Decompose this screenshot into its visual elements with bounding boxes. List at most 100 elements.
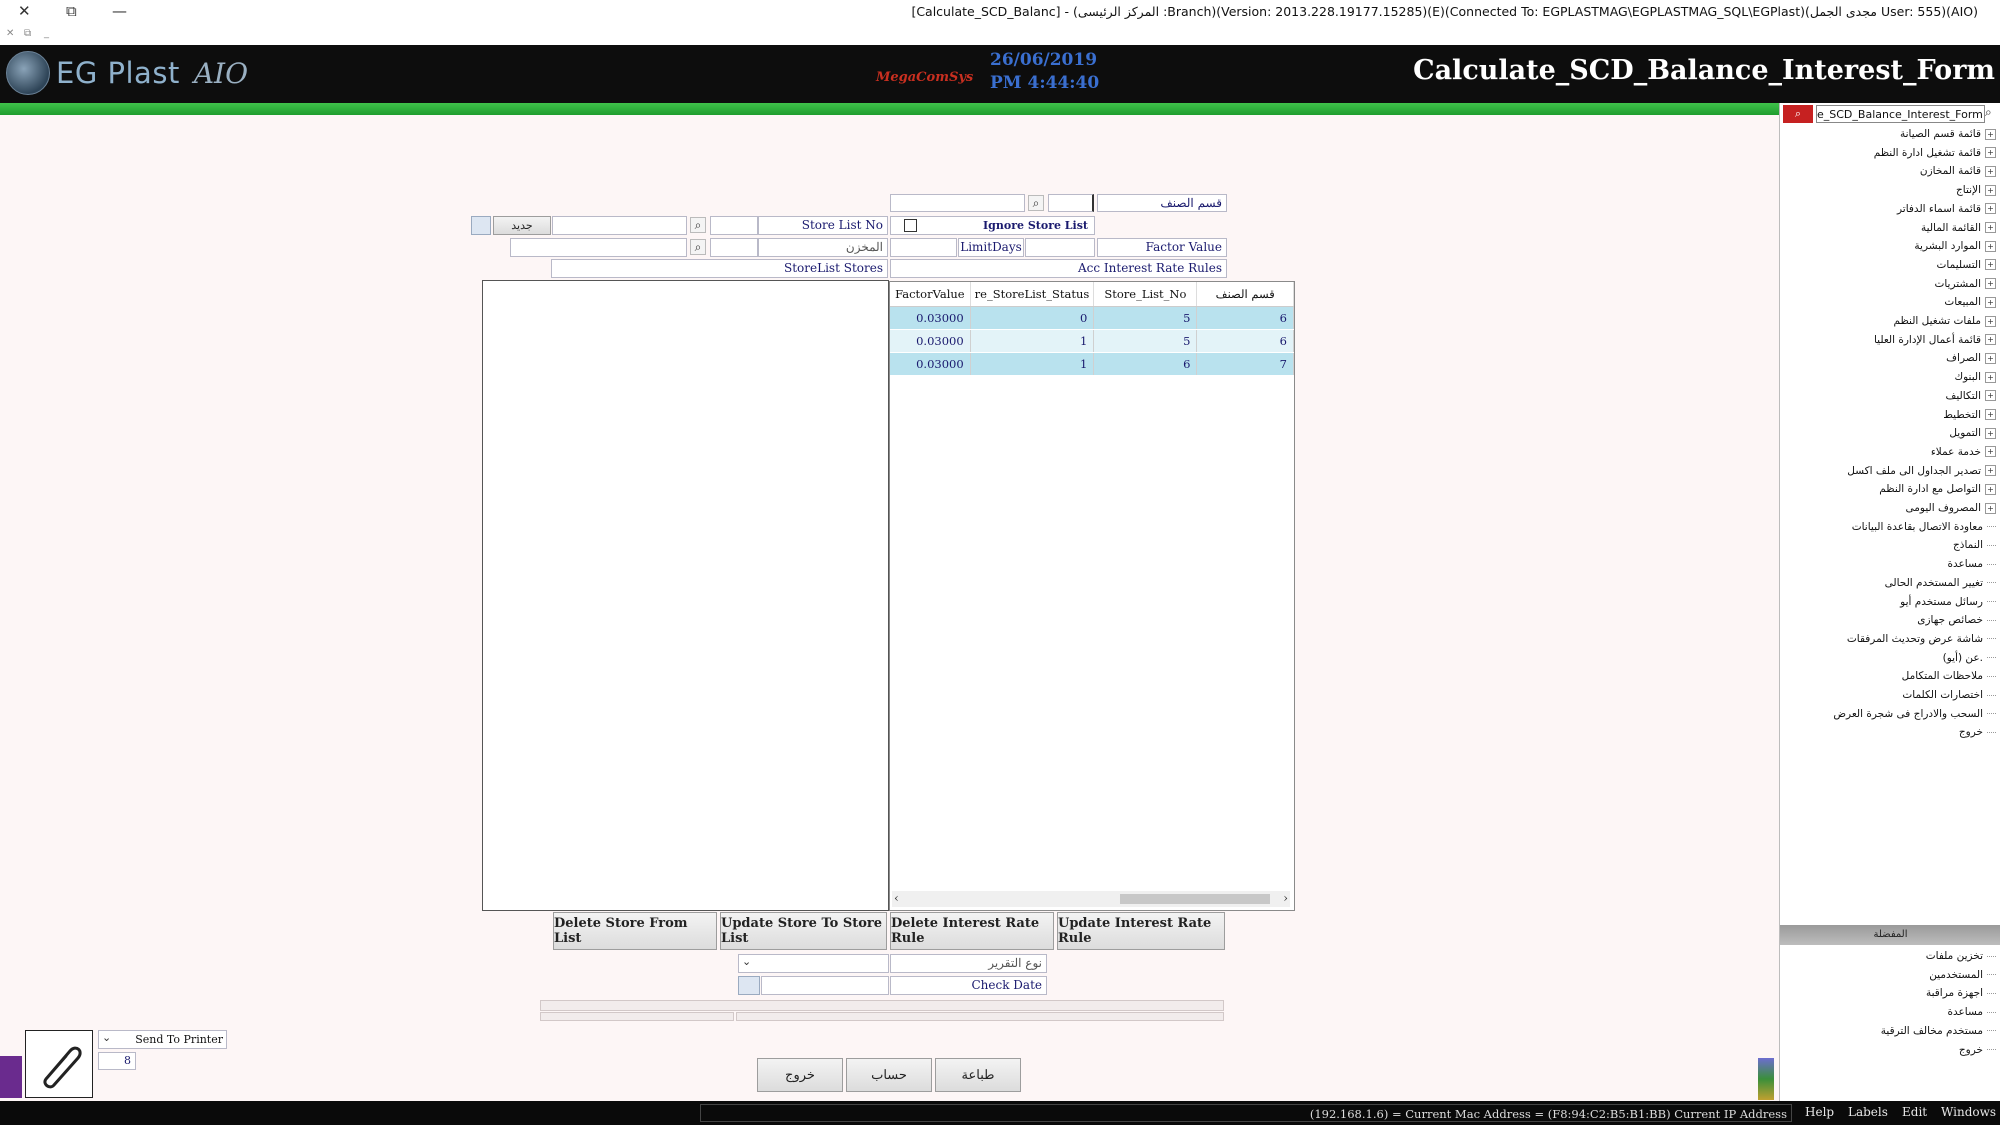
grid-icon[interactable] [471, 216, 491, 235]
tree-item[interactable]: البنوك + [1954, 368, 1996, 386]
tree-item[interactable]: الإنتاج + [1956, 181, 1996, 199]
tree-item[interactable]: التكاليف + [1945, 387, 1996, 405]
calendar-icon[interactable] [738, 976, 760, 995]
tree-item[interactable]: شاشة عرض وتحديث المرفقات [1847, 630, 1996, 648]
tree-item[interactable]: خدمة عملاء + [1931, 443, 1996, 461]
expand-icon[interactable]: + [1985, 222, 1996, 233]
column-header[interactable]: FactorValue [890, 282, 971, 307]
expand-icon[interactable]: + [1985, 409, 1996, 420]
child-restore-icon[interactable]: ⧉ [24, 28, 31, 39]
scroll-left-icon[interactable]: ‹ [894, 891, 899, 905]
tree-item[interactable]: قائمة أعمال الإدارة العليا + [1874, 331, 1996, 349]
store-list-no-field[interactable] [710, 216, 758, 235]
tree-item[interactable]: خروج [1959, 723, 1996, 741]
print-button[interactable]: طباعة [935, 1058, 1021, 1092]
expand-icon[interactable]: + [1985, 315, 1996, 327]
expand-icon[interactable]: + [1985, 465, 1996, 477]
expand-icon[interactable]: + [1985, 203, 1996, 215]
update-store-button[interactable]: Update Store To Store List [720, 912, 887, 950]
tree-item[interactable]: المصروف اليومى + [1906, 499, 1996, 517]
favorite-item[interactable]: خروج [1959, 1041, 1996, 1059]
search-icon[interactable]: ⌕ [1028, 195, 1044, 211]
report-type-select[interactable]: ⌄ [738, 954, 889, 973]
expand-icon[interactable]: + [1985, 278, 1996, 290]
side-tab[interactable] [0, 1056, 22, 1098]
expand-icon[interactable]: + [1985, 296, 1996, 308]
expand-icon[interactable]: + [1985, 147, 1996, 159]
tree-item[interactable]: ملاحظات المتكامل [1902, 667, 1996, 685]
expand-icon[interactable]: + [1985, 502, 1996, 514]
send-to-printer-select[interactable]: ⌄ Send To Printer [98, 1030, 227, 1049]
column-header[interactable]: re_StoreList_Status [970, 282, 1095, 307]
tree-search-input[interactable]: e_SCD_Balance_Interest_Form [1816, 105, 1985, 123]
menu-windows[interactable]: Windows [1941, 1105, 1996, 1119]
tree-item[interactable]: تغيير المستخدم الحالى [1885, 574, 1996, 592]
horizontal-scrollbar[interactable]: ‹ › [892, 891, 1290, 907]
tree-item[interactable]: القائمة المالية + [1921, 219, 1996, 237]
tree-item[interactable]: المشتريات + [1934, 275, 1996, 293]
calculate-button[interactable]: حساب [846, 1058, 932, 1092]
tree-item[interactable]: معاودة الاتصال بقاعدة البيانات [1852, 518, 1996, 536]
tree-item[interactable]: رسائل مستخدم أيو [1900, 593, 1996, 611]
child-close-icon[interactable]: ✕ [6, 28, 14, 39]
storelist-stores-list[interactable] [482, 280, 889, 911]
tree-item[interactable]: عن (أيو). [1943, 649, 1996, 667]
new-button[interactable]: جديد [493, 216, 551, 235]
tree-item[interactable]: الصراف + [1946, 349, 1996, 367]
favorite-item[interactable]: المستخدمين [1929, 966, 1996, 984]
interest-rate-rules-grid[interactable]: FactorValue re_StoreList_Status Store_Li… [889, 281, 1295, 911]
search-button[interactable]: ⌕ [1783, 105, 1813, 123]
exit-button[interactable]: خروج [757, 1058, 843, 1092]
ignore-store-list-checkbox[interactable] [904, 219, 917, 232]
tree-item[interactable]: قائمة قسم الصيانة + [1900, 125, 1996, 143]
expand-icon[interactable]: + [1985, 390, 1996, 402]
scrollbar-thumb[interactable] [1120, 894, 1270, 904]
table-row[interactable]: 0.03000 1 6 7 [890, 352, 1294, 376]
expand-icon[interactable]: + [1985, 483, 1996, 495]
attachment-button[interactable] [25, 1030, 93, 1098]
expand-icon[interactable]: + [1985, 240, 1996, 252]
expand-icon[interactable]: + [1985, 128, 1996, 140]
favorite-item[interactable]: مساعدة [1948, 1003, 1996, 1021]
tree-item[interactable]: السحب والادراج فى شجرة العرض [1833, 705, 1996, 723]
copies-stepper[interactable]: 8 [98, 1052, 136, 1070]
favorite-item[interactable]: مستخدم مخالف الترقية [1881, 1022, 1996, 1040]
favorite-item[interactable]: اجهزة مراقبة [1926, 984, 1996, 1002]
check-date-field[interactable] [761, 976, 889, 995]
chevron-down-icon[interactable]: ⌄ [742, 955, 751, 968]
menu-edit[interactable]: Edit [1902, 1105, 1927, 1119]
favorite-item[interactable]: تخزين ملفات [1926, 947, 1996, 965]
factor-value-field[interactable] [1025, 238, 1095, 257]
tree-item[interactable]: خصائص جهازى [1917, 611, 1996, 629]
column-header[interactable]: قسم الصنف [1196, 282, 1294, 307]
minimize-icon[interactable]: — [112, 2, 127, 20]
menu-labels[interactable]: Labels [1848, 1105, 1888, 1119]
search-icon[interactable]: ⌕ [690, 239, 706, 255]
expand-icon[interactable]: + [1985, 446, 1996, 458]
tree-item[interactable]: التمويل + [1949, 424, 1996, 442]
expand-icon[interactable]: + [1985, 259, 1996, 271]
column-header[interactable]: Store_List_No [1093, 282, 1198, 307]
store-list-name-field[interactable] [552, 216, 687, 235]
tree-item[interactable]: ملفات تشغيل النظم + [1893, 312, 1996, 330]
child-minimize-icon[interactable]: _ [44, 28, 49, 39]
scroll-right-icon[interactable]: › [1283, 891, 1288, 905]
expand-icon[interactable]: + [1985, 184, 1996, 196]
search-icon[interactable]: ⌕ [690, 217, 706, 233]
expand-icon[interactable]: + [1985, 334, 1996, 346]
expand-icon[interactable]: + [1985, 352, 1996, 364]
delete-store-button[interactable]: Delete Store From List [553, 912, 717, 950]
tree-item[interactable]: التخطيط + [1943, 406, 1996, 424]
tree-item[interactable]: التواصل مع ادارة النظم + [1879, 480, 1996, 498]
table-row[interactable]: 0.03000 1 5 6 [890, 329, 1294, 353]
tree-item[interactable]: قائمة تشغيل ادارة النظم + [1874, 144, 1996, 162]
menu-help[interactable]: Help [1805, 1105, 1834, 1119]
tree-item[interactable]: قائمة اسماء الدفاتر + [1897, 200, 1996, 218]
table-row[interactable]: 0.03000 0 5 6 [890, 306, 1294, 330]
tree-item[interactable]: قائمة المخازن + [1920, 162, 1996, 180]
tree-item[interactable]: التسليمات + [1937, 256, 1996, 274]
chevron-down-icon[interactable]: ⌄ [102, 1031, 111, 1044]
update-interest-rule-button[interactable]: Update Interest Rate Rule [1057, 912, 1225, 950]
store-field[interactable] [710, 238, 758, 257]
close-icon[interactable]: ✕ [18, 2, 31, 20]
